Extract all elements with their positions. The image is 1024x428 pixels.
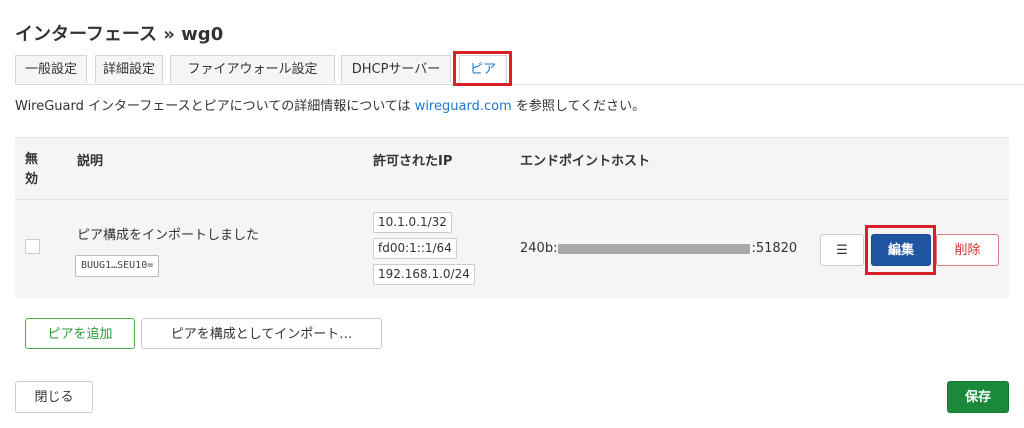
tab-peers-highlight [453,51,512,86]
header-disabled-line1: 無 [25,152,39,167]
header-endpoint-host: エンドポイントホスト [520,154,651,169]
endpoint-prefix: 240b: [520,241,558,256]
peer-public-key: BUUG1…SEU10= [75,255,160,277]
tab-dhcp-server[interactable]: DHCPサーバー [341,55,451,83]
endpoint-host: 240b: :51820 [520,241,797,256]
allowed-ip-item: 10.1.0.1/32 [373,212,452,233]
edit-button-highlight [865,225,936,275]
info-text: WireGuard インターフェースとピアについての詳細情報については wire… [15,95,645,114]
row-menu-button[interactable]: ☰ [820,234,864,266]
add-peer-button[interactable]: ピアを追加 [25,318,135,349]
allowed-ip-item: 192.168.1.0/24 [373,264,475,285]
peer-description: ピア構成をインポートしました [77,228,260,243]
header-allowed-ips: 許可されたIP [373,154,453,169]
tab-general-settings[interactable]: 一般設定 [15,55,87,83]
endpoint-port: :51820 [751,241,798,256]
header-disabled-line2: 効 [25,172,39,187]
page-title: インターフェース » wg0 [15,24,224,45]
tab-firewall-settings[interactable]: ファイアウォール設定 [170,55,335,83]
redacted-address [558,243,751,254]
disabled-checkbox[interactable] [25,239,40,254]
delete-button[interactable]: 削除 [936,234,999,266]
tab-bar: 一般設定 詳細設定 ファイアウォール設定 DHCPサーバー ピア [15,55,1024,85]
allowed-ip-item: fd00:1::1/64 [373,238,457,259]
close-button[interactable]: 閉じる [15,381,93,413]
wireguard-link[interactable]: wireguard.com [415,99,512,114]
tab-advanced-settings[interactable]: 詳細設定 [95,55,163,83]
import-peer-button[interactable]: ピアを構成としてインポート… [141,318,382,349]
save-button[interactable]: 保存 [947,381,1009,413]
row-divider [15,199,1009,200]
info-text-after: を参照してください。 [511,99,646,114]
header-disabled: 無 効 [25,150,38,190]
info-text-before: WireGuard インターフェースとピアについての詳細情報については [15,99,415,114]
header-description: 説明 [77,154,104,169]
peers-table: 無 効 説明 許可されたIP エンドポイントホスト ピア構成をインポートしました… [15,137,1009,298]
